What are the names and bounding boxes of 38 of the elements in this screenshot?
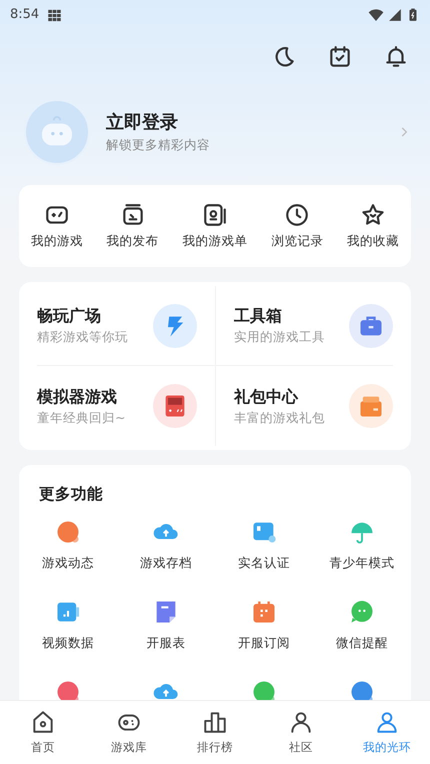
feature-button[interactable]: 游戏动态 [42,518,94,573]
shortcut-button[interactable]: 我的游戏单 [182,202,248,250]
login-title[interactable]: 立即登录 [106,109,397,136]
feature-button[interactable]: 实名认证 [238,518,290,573]
clock-icon [284,202,310,228]
feature-button[interactable]: 视频数据 [42,598,94,653]
entry-title: 模拟器游戏 [37,386,118,408]
entry-title: 畅玩广场 [37,305,102,328]
album-icon [202,202,228,228]
feature-button[interactable]: 游戏存档 [140,518,192,573]
entry-title: 礼包中心 [234,386,300,408]
entry-title: 工具箱 [234,305,283,328]
tab[interactable]: 首页 [0,708,86,756]
shortcut-button[interactable]: 我的游戏 [30,202,83,250]
signal-icon [388,8,402,22]
entry-subtitle: 童年经典回归~ [37,408,126,427]
shortcut-button[interactable]: 浏览记录 [271,202,324,250]
feature-button[interactable]: 开服订阅 [238,598,290,653]
entry-tile[interactable]: 礼包中心 丰富的游戏礼包 [215,366,393,446]
tab[interactable]: 游戏库 [86,708,172,756]
section-title: 更多功能 [38,484,104,505]
shortcut-button[interactable]: 我的发布 [106,202,159,250]
feature-button[interactable]: 青少年模式 [330,518,394,573]
feature-button[interactable]: 开服表 [146,598,186,653]
login-subtitle: 解锁更多精彩内容 [106,136,211,154]
grid-icon [47,8,62,22]
tab[interactable]: 排行榜 [172,708,258,756]
tab[interactable]: 社区 [258,708,344,756]
entry-subtitle: 精彩游戏等你玩 [37,328,128,346]
shortcut-button[interactable]: 我的收藏 [347,202,400,250]
entry-tile[interactable]: 工具箱 实用的游戏工具 [215,286,393,366]
entry-subtitle: 丰富的游戏礼包 [234,408,325,427]
wifi-icon [368,7,384,23]
status-time: 8:54 [10,6,40,24]
entry-tile[interactable]: 畅玩广场 精彩游戏等你玩 [37,286,215,366]
feature-button[interactable]: 微信提醒 [336,598,388,653]
entry-tile[interactable]: 模拟器游戏 童年经典回归~ [37,366,215,446]
entry-subtitle: 实用的游戏工具 [234,328,325,346]
